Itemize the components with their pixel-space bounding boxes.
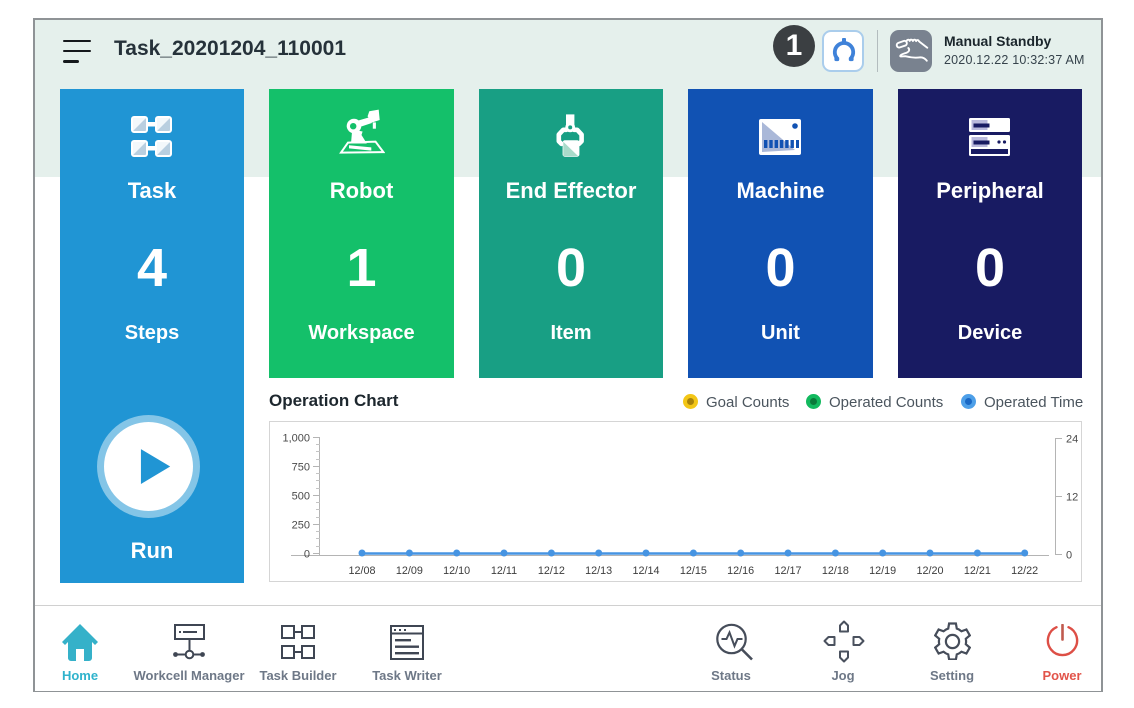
svg-text:12/09: 12/09 — [396, 565, 423, 577]
svg-text:12/08: 12/08 — [348, 565, 375, 577]
svg-text:750: 750 — [292, 462, 310, 474]
svg-text:1,000: 1,000 — [282, 433, 310, 445]
svg-text:12/16: 12/16 — [727, 565, 754, 577]
svg-text:0: 0 — [1066, 550, 1072, 562]
svg-text:12/22: 12/22 — [1011, 565, 1038, 577]
svg-text:500: 500 — [292, 491, 310, 503]
svg-text:12/10: 12/10 — [443, 565, 470, 577]
svg-text:12/17: 12/17 — [774, 565, 801, 577]
svg-text:12/19: 12/19 — [869, 565, 896, 577]
svg-text:12/15: 12/15 — [680, 565, 707, 577]
svg-text:12/20: 12/20 — [916, 565, 943, 577]
svg-text:12/18: 12/18 — [822, 565, 849, 577]
svg-text:12/12: 12/12 — [538, 565, 565, 577]
svg-text:12/11: 12/11 — [491, 565, 517, 577]
svg-text:12/14: 12/14 — [632, 565, 659, 577]
svg-text:12/21: 12/21 — [964, 565, 991, 577]
svg-text:12/13: 12/13 — [585, 565, 612, 577]
svg-text:24: 24 — [1066, 434, 1078, 446]
svg-text:250: 250 — [292, 520, 310, 532]
svg-text:12: 12 — [1066, 492, 1078, 504]
svg-text:0: 0 — [304, 549, 310, 561]
